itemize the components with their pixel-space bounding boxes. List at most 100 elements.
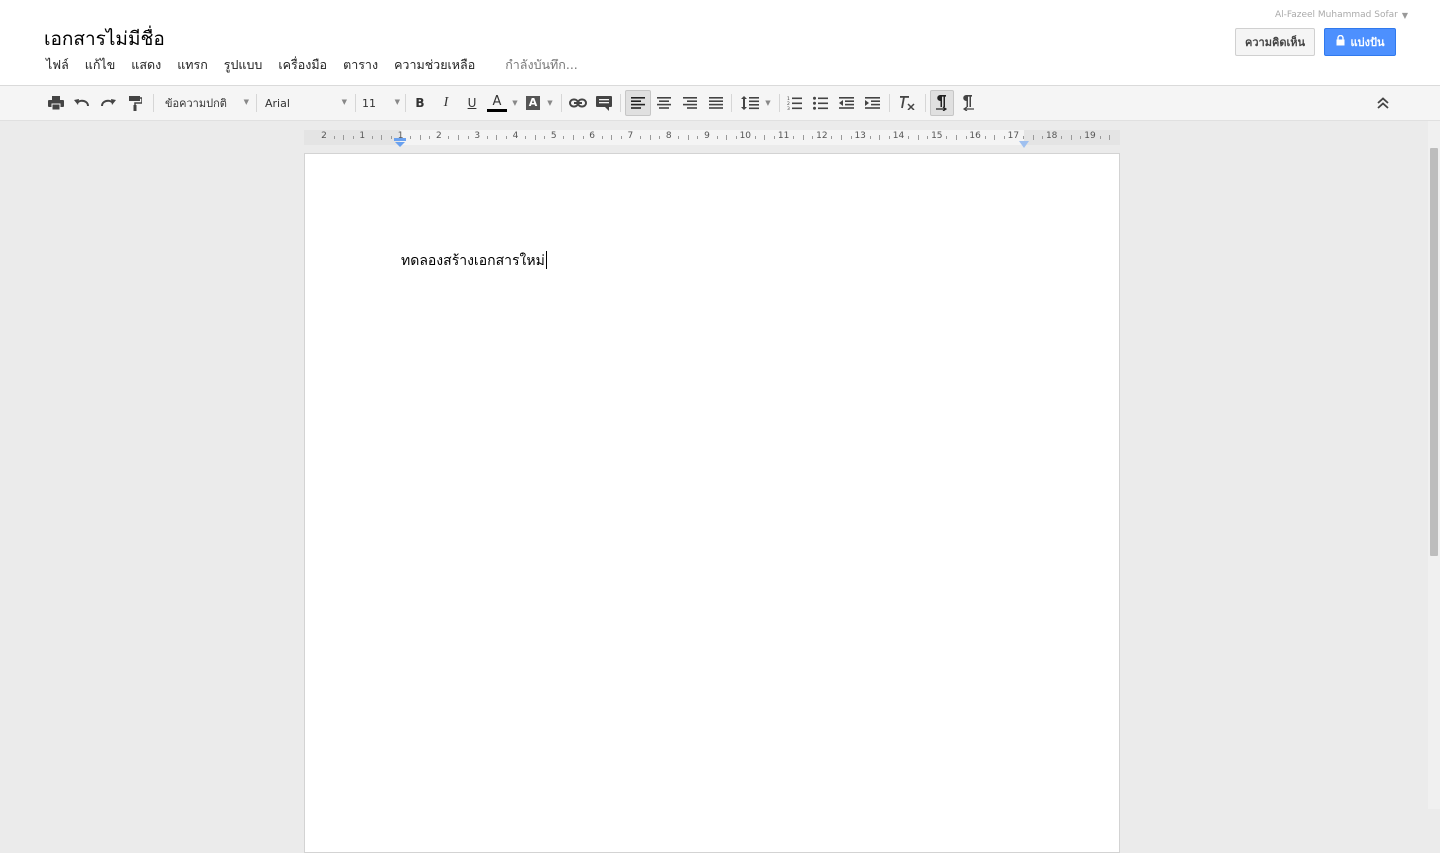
bulleted-list-icon[interactable] xyxy=(811,92,829,114)
ruler-number: 13 xyxy=(854,131,866,141)
ruler-tick xyxy=(639,136,641,139)
ruler-number: 12 xyxy=(816,131,828,141)
ruler-tick xyxy=(419,135,421,140)
toolbar-divider xyxy=(779,94,780,112)
align-justify-button[interactable] xyxy=(707,92,725,114)
ruler-number: 15 xyxy=(931,131,943,141)
align-right-button[interactable] xyxy=(681,92,699,114)
ruler-tick xyxy=(525,136,527,139)
menu-table[interactable]: ตาราง xyxy=(335,55,386,75)
text-color-button[interactable]: A xyxy=(486,92,508,114)
scrollbar-thumb[interactable] xyxy=(1430,148,1438,556)
align-center-button[interactable] xyxy=(655,92,673,114)
share-button[interactable]: แบ่งปัน xyxy=(1324,28,1396,56)
body-text[interactable]: ทดลองสร้างเอกสารใหม่ xyxy=(401,252,545,268)
share-label: แบ่งปัน xyxy=(1350,36,1385,49)
ruler-number: 1 xyxy=(397,131,404,141)
app-header: เอกสารไม่มีชื่อ ไฟล์ แก้ไข แสดง แทรก รูป… xyxy=(0,0,1440,86)
ruler-number: 2 xyxy=(436,131,442,141)
document-body-text[interactable]: ทดลองสร้างเอกสารใหม่ xyxy=(401,250,547,272)
menu-file[interactable]: ไฟล์ xyxy=(38,55,77,75)
dropdown-arrow-icon[interactable]: ▼ xyxy=(545,92,555,114)
paragraph-style-dropdown[interactable]: ข้อความปกติ ▼ xyxy=(165,92,249,114)
paint-format-icon[interactable] xyxy=(125,92,145,114)
ruler-tick xyxy=(841,135,843,140)
collapse-menu-icon[interactable] xyxy=(1374,92,1392,114)
undo-icon[interactable] xyxy=(72,92,92,114)
ruler-tick xyxy=(802,135,804,140)
menu-insert[interactable]: แทรก xyxy=(169,55,216,75)
ruler-tick xyxy=(505,136,507,139)
comments-button[interactable]: ความคิดเห็น xyxy=(1235,28,1315,56)
redo-icon[interactable] xyxy=(98,92,118,114)
menu-edit[interactable]: แก้ไข xyxy=(77,55,123,75)
ruler-tick xyxy=(812,136,814,139)
print-icon[interactable] xyxy=(46,92,66,114)
ruler-number: 6 xyxy=(589,131,595,141)
ruler-tick xyxy=(391,136,393,139)
ruler-tick xyxy=(544,136,546,139)
link-icon[interactable] xyxy=(567,92,589,114)
ruler-tick xyxy=(563,136,565,139)
ruler-number: 7 xyxy=(627,131,634,141)
ruler-tick xyxy=(869,136,871,139)
ruler-number: 3 xyxy=(474,131,481,141)
rtl-direction-button[interactable] xyxy=(958,92,978,114)
toolbar-divider xyxy=(620,94,621,112)
ruler-right-margin xyxy=(1024,130,1120,145)
ruler-tick xyxy=(1003,136,1005,139)
ruler-tick xyxy=(716,136,718,139)
menu-tools[interactable]: เครื่องมือ xyxy=(270,55,335,75)
ruler-tick xyxy=(611,135,613,140)
ruler-number: 11 xyxy=(777,131,790,141)
document-title[interactable]: เอกสารไม่มีชื่อ xyxy=(44,24,165,54)
toolbar-divider xyxy=(355,94,356,112)
lock-icon xyxy=(1336,34,1345,49)
italic-button[interactable]: I xyxy=(437,92,455,114)
ruler-tick xyxy=(687,135,689,140)
ruler-tick xyxy=(429,136,431,139)
ruler-tick xyxy=(764,135,766,140)
ruler-tick xyxy=(965,136,967,139)
dropdown-arrow-icon[interactable]: ▼ xyxy=(763,92,773,114)
numbered-list-icon[interactable]: 123 xyxy=(785,92,803,114)
ruler-number: 4 xyxy=(512,131,519,141)
font-size-dropdown[interactable]: 11 ▼ xyxy=(362,92,400,114)
menu-format[interactable]: รูปแบบ xyxy=(216,55,271,75)
account-switcher[interactable]: Al-Fazeel Muhammad Sofar ▼ xyxy=(1275,10,1408,20)
line-spacing-icon[interactable] xyxy=(738,92,762,114)
underline-button[interactable]: U xyxy=(463,92,481,114)
font-family-dropdown[interactable]: Arial ▼ xyxy=(265,92,347,114)
dropdown-arrow-icon: ▼ xyxy=(341,98,347,106)
ruler-tick xyxy=(774,136,776,139)
ruler-tick xyxy=(458,135,460,140)
menu-help[interactable]: ความช่วยเหลือ xyxy=(386,55,483,75)
paragraph-style-value: ข้อความปกติ xyxy=(165,97,227,110)
toolbar-divider xyxy=(925,94,926,112)
ltr-direction-button[interactable] xyxy=(930,90,954,116)
ruler-number: 19 xyxy=(1084,131,1096,141)
horizontal-ruler[interactable]: 2 1 1 2 3 4 5 6 7 8 9 10 11 12 13 14 15 16 17 18 19 xyxy=(304,130,1120,148)
ruler-tick xyxy=(1109,135,1111,140)
bold-button[interactable]: B xyxy=(411,92,429,114)
highlight-color-button[interactable]: A xyxy=(524,92,542,114)
decrease-indent-icon[interactable] xyxy=(837,92,855,114)
clear-formatting-icon[interactable] xyxy=(897,92,917,114)
menu-view[interactable]: แสดง xyxy=(123,55,169,75)
right-indent-marker[interactable] xyxy=(1018,134,1030,153)
ruler-tick xyxy=(697,136,699,139)
toolbar-divider xyxy=(889,94,890,112)
align-left-button[interactable] xyxy=(625,90,651,116)
ruler-number: 17 xyxy=(1007,131,1020,141)
ruler-tick xyxy=(927,136,929,139)
ruler-tick xyxy=(582,136,584,139)
ruler-tick xyxy=(735,136,737,139)
document-page[interactable]: ทดลองสร้างเอกสารใหม่ xyxy=(304,153,1120,853)
ruler-tick xyxy=(343,135,345,140)
comment-icon[interactable] xyxy=(594,92,614,114)
menu-bar: ไฟล์ แก้ไข แสดง แทรก รูปแบบ เครื่องมือ ต… xyxy=(38,56,578,74)
ruler-number: 16 xyxy=(969,131,981,141)
dropdown-arrow-icon[interactable]: ▼ xyxy=(510,92,520,114)
ruler-number: 5 xyxy=(550,131,557,141)
increase-indent-icon[interactable] xyxy=(863,92,881,114)
